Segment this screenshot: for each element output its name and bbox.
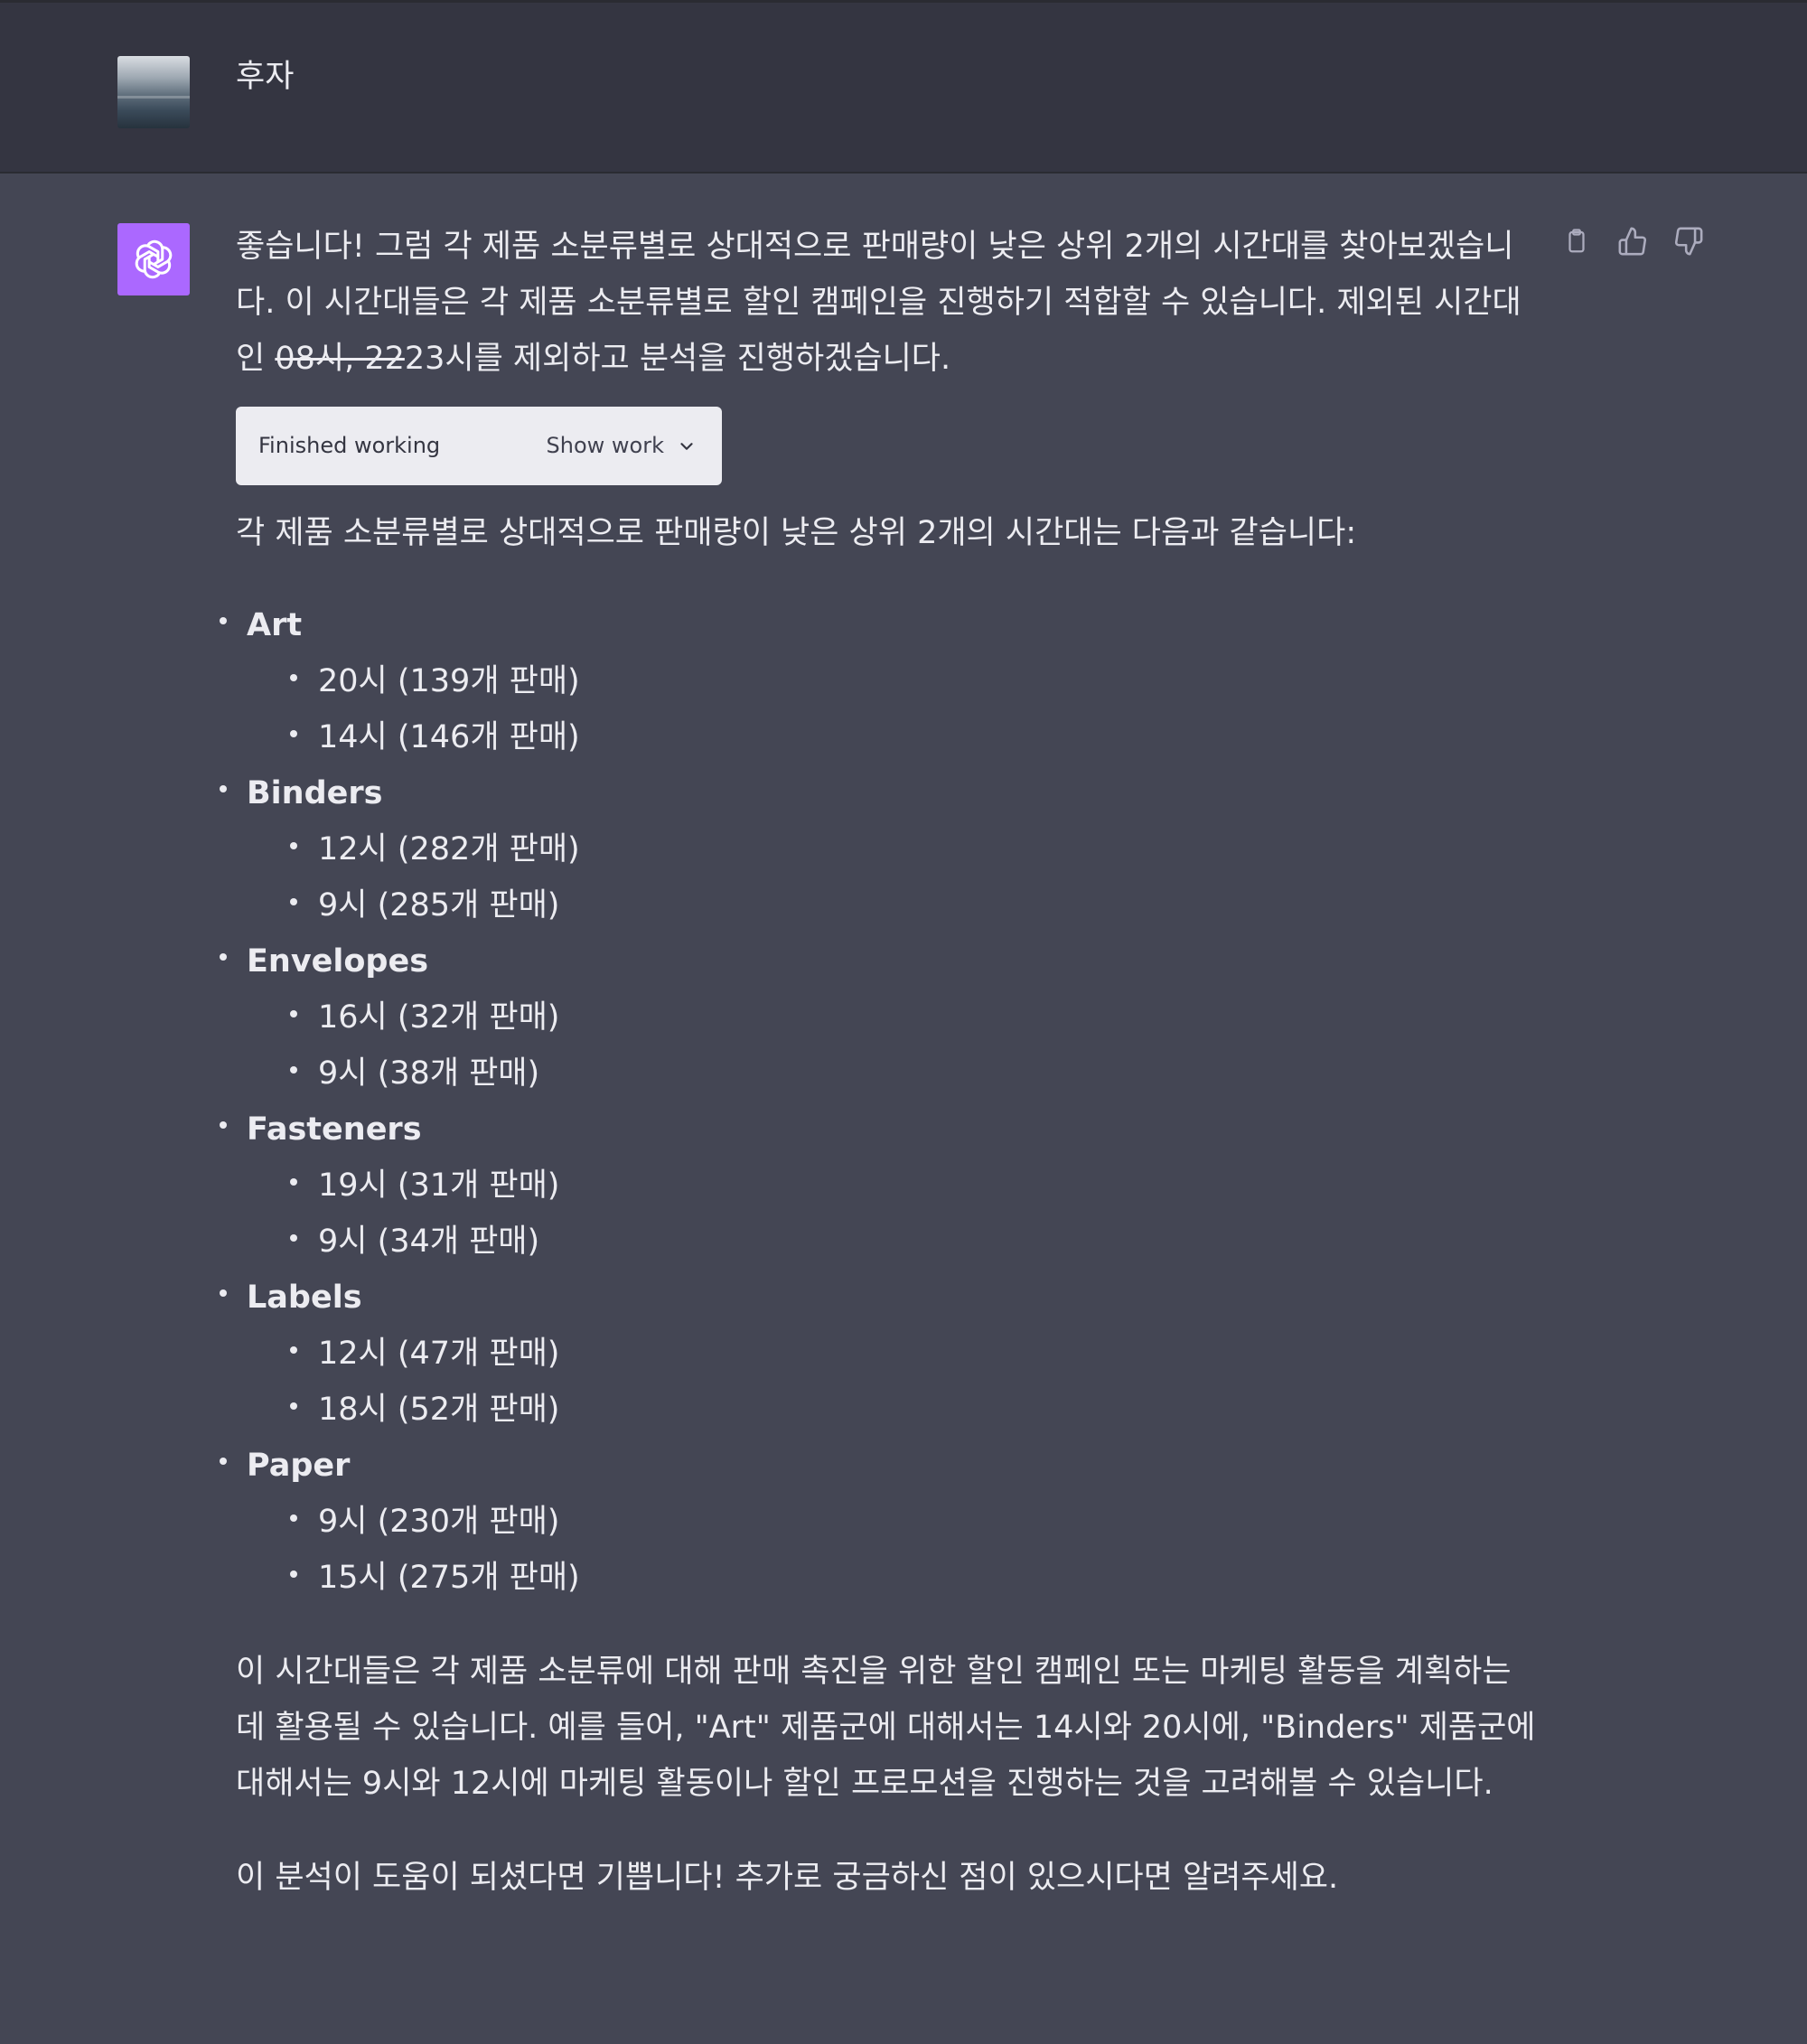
- copy-button[interactable]: [1561, 226, 1592, 257]
- intro-paragraph: 좋습니다! 그럼 각 제품 소분류별로 상대적으로 판매량이 낮은 상위 2개의…: [236, 229, 1521, 377]
- assistant-message-row: 좋습니다! 그럼 각 제품 소분류별로 상대적으로 판매량이 낮은 상위 2개의…: [0, 173, 1807, 2044]
- clipboard-icon: [1568, 229, 1585, 253]
- show-work-label: Show work: [546, 433, 664, 458]
- list-item: 14시 (146개 판매): [290, 709, 1537, 765]
- code-interpreter-status: Finished working Show work: [236, 407, 722, 485]
- openai-logo-icon: [135, 239, 173, 279]
- list-item: 20시 (139개 판매): [290, 653, 1537, 709]
- list-item: 12시 (282개 판매): [290, 821, 1537, 877]
- list-item-fasteners: Fasteners 19시 (31개 판매) 9시 (34개 판매): [220, 1102, 1537, 1270]
- list-item: 16시 (32개 판매): [290, 989, 1537, 1045]
- conclusion-paragraph: 이 시간대들은 각 제품 소분류에 대해 판매 촉진을 위한 할인 캠페인 또는…: [236, 1654, 1536, 1802]
- assistant-avatar: [117, 223, 190, 295]
- user-message-text: 후자: [236, 59, 295, 95]
- list-item: 19시 (31개 판매): [290, 1158, 1537, 1214]
- list-item-labels: Labels 12시 (47개 판매) 18시 (52개 판매): [220, 1270, 1537, 1438]
- list-item-art: Art 20시 (139개 판매) 14시 (146개 판매): [220, 597, 1537, 765]
- show-work-button[interactable]: Show work: [547, 407, 697, 485]
- user-avatar: [117, 56, 190, 128]
- thumbs-up-icon: [1618, 227, 1647, 256]
- closing-paragraph: 이 분석이 도움이 되셨다면 기쁩니다! 추가로 궁금하신 점이 있으시다면 알…: [236, 1860, 1339, 1896]
- thumbs-down-icon: [1674, 227, 1703, 256]
- category-list: Art 20시 (139개 판매) 14시 (146개 판매) Binders …: [220, 597, 1537, 1606]
- assistant-message-content: 좋습니다! 그럼 각 제품 소분류별로 상대적으로 판매량이 낮은 상위 2개의…: [220, 219, 1537, 1906]
- list-item: 9시 (38개 판매): [290, 1045, 1537, 1102]
- list-item: 12시 (47개 판매): [290, 1326, 1537, 1382]
- list-item: 9시 (34개 판매): [290, 1214, 1537, 1270]
- message-actions: [1561, 226, 1704, 257]
- list-item-envelopes: Envelopes 16시 (32개 판매) 9시 (38개 판매): [220, 933, 1537, 1102]
- list-item: 9시 (230개 판매): [290, 1494, 1537, 1550]
- like-button[interactable]: [1617, 226, 1648, 257]
- summary-paragraph: 각 제품 소분류별로 상대적으로 판매량이 낮은 상위 2개의 시간대는 다음과…: [236, 515, 1357, 551]
- user-message-row: 후자: [0, 0, 1807, 173]
- dislike-button[interactable]: [1673, 226, 1704, 257]
- list-item: 18시 (52개 판매): [290, 1382, 1537, 1438]
- list-item: 9시 (285개 판매): [290, 877, 1537, 933]
- list-item-binders: Binders 12시 (282개 판매) 9시 (285개 판매): [220, 765, 1537, 933]
- chevron-down-icon: [680, 442, 693, 450]
- list-item-paper: Paper 9시 (230개 판매) 15시 (275개 판매): [220, 1438, 1537, 1606]
- strikethrough-text: 08시, 22: [275, 341, 405, 377]
- list-item: 15시 (275개 판매): [290, 1550, 1537, 1606]
- work-status-label: Finished working: [258, 433, 441, 458]
